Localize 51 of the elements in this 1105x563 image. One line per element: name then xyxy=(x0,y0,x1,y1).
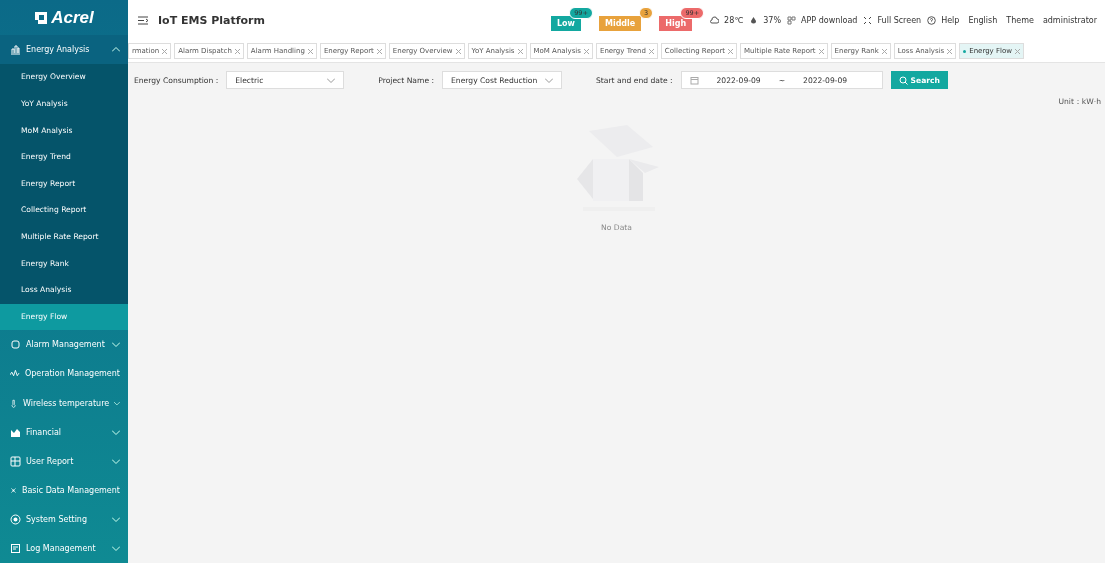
header-link[interactable]: Full Screen xyxy=(877,15,922,25)
menu-group[interactable]: Financial xyxy=(0,417,128,447)
active-dot-icon xyxy=(963,49,967,53)
alarm-icon xyxy=(10,339,21,351)
header-link[interactable]: 37% xyxy=(763,15,782,25)
thermo-icon xyxy=(10,397,18,409)
close-icon[interactable] xyxy=(1014,48,1020,54)
qr-code-icon xyxy=(787,15,797,25)
menu-group[interactable]: System Setting xyxy=(0,504,128,534)
chevron-down-icon xyxy=(327,77,336,83)
menu-group[interactable]: User Report xyxy=(0,446,128,476)
close-icon[interactable] xyxy=(455,48,461,54)
close-icon[interactable] xyxy=(583,48,589,54)
close-icon[interactable] xyxy=(307,48,313,54)
logo-icon xyxy=(34,10,49,25)
close-icon[interactable] xyxy=(818,48,824,54)
header-link[interactable]: 28℃ xyxy=(724,15,744,25)
menu-group[interactable]: Wireless temperature xyxy=(0,388,128,418)
setting-icon xyxy=(10,513,21,525)
droplet-icon xyxy=(749,15,759,25)
header-link[interactable]: Theme xyxy=(1006,15,1034,25)
menu-group[interactable]: Log Management xyxy=(0,533,128,563)
close-icon[interactable] xyxy=(648,48,654,54)
header-link[interactable]: Help xyxy=(941,15,960,25)
close-icon[interactable] xyxy=(234,48,240,54)
menu-group[interactable]: Alarm Management xyxy=(0,330,128,360)
search-icon xyxy=(898,75,908,85)
header-link[interactable]: APP download xyxy=(801,15,858,25)
close-icon[interactable] xyxy=(881,48,887,54)
app-title: IoT EMS Platform xyxy=(158,13,265,27)
header-link[interactable]: English xyxy=(968,15,998,25)
finance-icon xyxy=(10,426,21,438)
close-icon[interactable] xyxy=(517,48,523,54)
menu-group[interactable]: Operation Management xyxy=(0,359,128,389)
chart-icon xyxy=(10,44,21,56)
cloud-icon xyxy=(710,15,720,25)
close-icon[interactable] xyxy=(162,48,168,54)
close-icon[interactable] xyxy=(728,48,734,54)
calendar-icon xyxy=(689,75,699,85)
menu-icon[interactable] xyxy=(138,15,148,25)
menu-group[interactable]: Energy Analysis xyxy=(0,35,128,65)
header-link[interactable]: administrator xyxy=(1042,15,1097,25)
logo: Acrel xyxy=(0,0,128,36)
expand-icon xyxy=(863,15,873,25)
report-icon xyxy=(10,455,21,467)
help-icon xyxy=(927,15,937,25)
menu-group[interactable]: Basic Data Management xyxy=(0,475,128,505)
close-icon[interactable] xyxy=(947,48,953,54)
chevron-down-icon xyxy=(545,77,554,83)
log-icon xyxy=(10,542,21,554)
close-icon[interactable] xyxy=(376,48,382,54)
